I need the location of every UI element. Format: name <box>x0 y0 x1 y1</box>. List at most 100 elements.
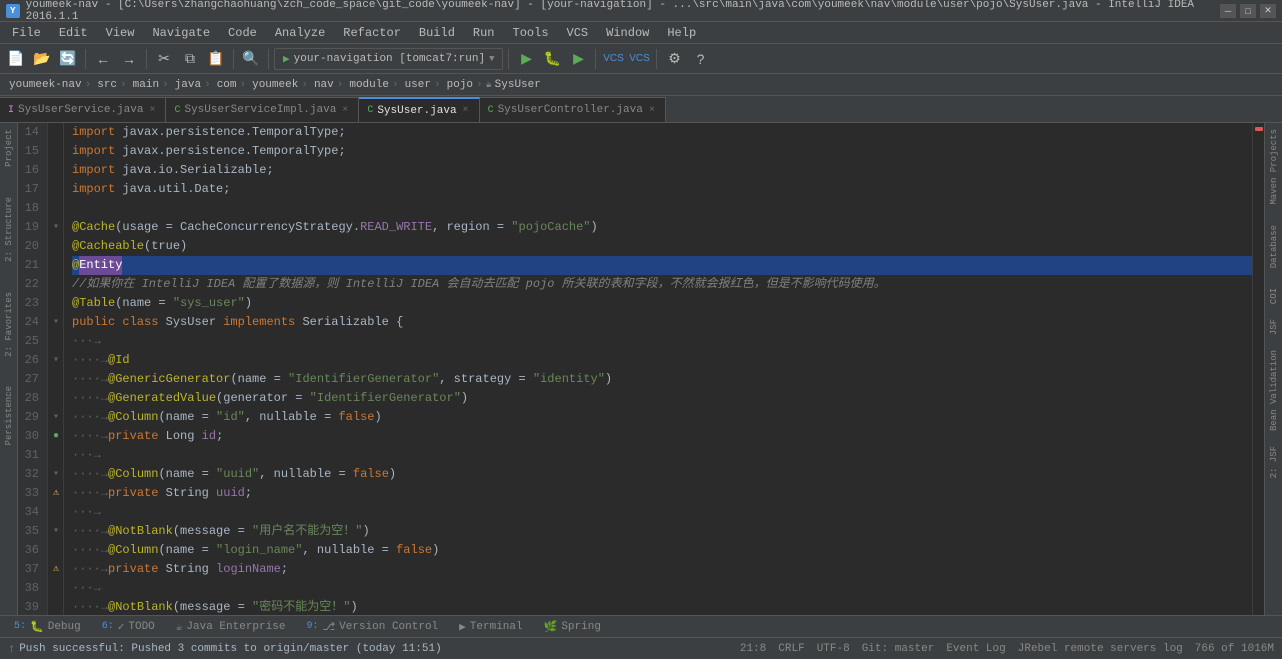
code-line-15[interactable]: import javax.persistence.TemporalType; <box>72 142 1252 161</box>
menu-item-analyze[interactable]: Analyze <box>267 23 333 43</box>
code-line-23[interactable]: @Table(name = "sys_user") <box>72 294 1252 313</box>
debug-button[interactable]: 🐛 <box>540 47 564 71</box>
vcs-button[interactable]: VCS <box>601 47 625 71</box>
code-line-34[interactable]: ···→ <box>72 503 1252 522</box>
tab-tab4[interactable]: CSysUserController.java× <box>480 97 666 122</box>
menu-item-edit[interactable]: Edit <box>51 23 96 43</box>
breadcrumb-item-sysuser[interactable]: ☕SysUser <box>486 79 541 91</box>
scroll-error-marker[interactable] <box>1255 127 1263 131</box>
menu-item-file[interactable]: File <box>4 23 49 43</box>
code-line-22[interactable]: //如果你在 IntelliJ IDEA 配置了数据源，则 IntelliJ I… <box>72 275 1252 294</box>
forward-button[interactable]: → <box>117 47 141 71</box>
code-line-32[interactable]: ····→@Column(name = "uuid", nullable = f… <box>72 465 1252 484</box>
code-line-27[interactable]: ····→@GenericGenerator(name = "Identifie… <box>72 370 1252 389</box>
code-line-38[interactable]: ···→ <box>72 579 1252 598</box>
crlf-indicator[interactable]: CRLF <box>778 643 804 655</box>
tab-close-tab4[interactable]: × <box>647 104 657 117</box>
breadcrumb-item-com[interactable]: com <box>214 79 237 91</box>
code-area[interactable]: import javax.persistence.TemporalType; i… <box>64 123 1252 615</box>
fold-gutter-19[interactable]: ▾ <box>48 218 64 237</box>
tab-tab3[interactable]: CSysUser.java× <box>359 97 479 122</box>
bean-validation-panel-tab[interactable]: Bean Validation <box>1267 346 1281 435</box>
menu-item-view[interactable]: View <box>98 23 143 43</box>
run-coverage-button[interactable]: ▶ <box>566 47 590 71</box>
breadcrumb-item-src[interactable]: src <box>94 79 117 91</box>
build-button[interactable]: ▶ <box>514 47 538 71</box>
menu-item-code[interactable]: Code <box>220 23 265 43</box>
settings-button[interactable]: ⚙ <box>662 47 686 71</box>
breadcrumb-item-module[interactable]: module <box>346 79 389 91</box>
copy-button[interactable]: ⧉ <box>178 47 202 71</box>
code-line-33[interactable]: ····→private String uuid; <box>72 484 1252 503</box>
menu-item-window[interactable]: Window <box>598 23 657 43</box>
tab-tab2[interactable]: CSysUserServiceImpl.java× <box>166 97 359 122</box>
git-branch[interactable]: Git: master <box>862 643 935 655</box>
menu-item-run[interactable]: Run <box>465 23 503 43</box>
find-button[interactable]: 🔍 <box>239 47 263 71</box>
jsf2-panel-tab[interactable]: 2: JSF <box>1267 442 1281 482</box>
code-line-36[interactable]: ····→@Column(name = "login_name", nullab… <box>72 541 1252 560</box>
tab-close-tab1[interactable]: × <box>147 104 157 117</box>
event-log[interactable]: Event Log <box>946 643 1005 655</box>
cursor-position[interactable]: 21:8 <box>740 643 766 655</box>
fold-gutter-35[interactable]: ▾ <box>48 522 64 541</box>
breadcrumb-item-youmeek-nav[interactable]: youmeek-nav <box>6 79 82 91</box>
open-button[interactable]: 📂 <box>30 47 54 71</box>
project-panel-tab[interactable]: Project <box>2 125 16 171</box>
tab-close-tab2[interactable]: × <box>340 104 350 117</box>
window-controls[interactable]: ─ □ ✕ <box>1220 4 1276 18</box>
code-line-39[interactable]: ····→@NotBlank(message = "密码不能为空！") <box>72 598 1252 615</box>
structure-panel-tab[interactable]: 2: Structure <box>2 193 16 266</box>
jsf-panel-tab[interactable]: JSF <box>1267 315 1281 339</box>
tab-tab1[interactable]: ISysUserService.java× <box>0 97 166 122</box>
jrebel-log[interactable]: JRebel remote servers log <box>1018 643 1183 655</box>
breadcrumb-item-main[interactable]: main <box>130 79 159 91</box>
breadcrumb-item-java[interactable]: java <box>172 79 201 91</box>
maven-panel-tab[interactable]: Maven Projects <box>1267 125 1281 209</box>
code-line-26[interactable]: ····→@Id <box>72 351 1252 370</box>
persistence-panel-tab[interactable]: Persistence <box>2 382 16 449</box>
database-panel-tab[interactable]: Database <box>1267 221 1281 272</box>
minimize-button[interactable]: ─ <box>1220 4 1236 18</box>
memory-indicator[interactable]: 766 of 1016M <box>1195 643 1274 655</box>
bottom-tab-9--version-control[interactable]: 9:⎇Version Control <box>296 617 449 637</box>
breadcrumb-item-nav[interactable]: nav <box>311 79 334 91</box>
encoding-indicator[interactable]: UTF-8 <box>817 643 850 655</box>
menu-item-navigate[interactable]: Navigate <box>144 23 218 43</box>
menu-item-build[interactable]: Build <box>411 23 463 43</box>
code-line-17[interactable]: import java.util.Date; <box>72 180 1252 199</box>
code-line-16[interactable]: import java.io.Serializable; <box>72 161 1252 180</box>
vcs-update-button[interactable]: VCS <box>627 47 651 71</box>
menu-item-refactor[interactable]: Refactor <box>335 23 409 43</box>
coi-panel-tab[interactable]: COI <box>1267 284 1281 308</box>
breadcrumb-item-pojo[interactable]: pojo <box>444 79 473 91</box>
help-button[interactable]: ? <box>688 47 712 71</box>
bottom-tab-terminal[interactable]: ▶Terminal <box>449 617 533 637</box>
code-line-18[interactable] <box>72 199 1252 218</box>
fold-gutter-24[interactable]: ▾ <box>48 313 64 332</box>
code-line-21[interactable]: @Entity <box>72 256 1252 275</box>
paste-button[interactable]: 📋 <box>204 47 228 71</box>
code-line-19[interactable]: @Cache(usage = CacheConcurrencyStrategy.… <box>72 218 1252 237</box>
bottom-tab-java-enterprise[interactable]: ☕Java Enterprise <box>166 617 297 637</box>
code-line-35[interactable]: ····→@NotBlank(message = "用户名不能为空！") <box>72 522 1252 541</box>
favorites-panel-tab[interactable]: 2: Favorites <box>2 288 16 361</box>
code-line-25[interactable]: ···→ <box>72 332 1252 351</box>
back-button[interactable]: ← <box>91 47 115 71</box>
close-button[interactable]: ✕ <box>1260 4 1276 18</box>
fold-gutter-32[interactable]: ▾ <box>48 465 64 484</box>
fold-gutter-26[interactable]: ▾ <box>48 351 64 370</box>
code-line-31[interactable]: ···→ <box>72 446 1252 465</box>
bottom-tab-6--todo[interactable]: 6:✓TODO <box>92 617 166 637</box>
fold-gutter-29[interactable]: ▾ <box>48 408 64 427</box>
sync-button[interactable]: 🔄 <box>56 47 80 71</box>
menu-item-help[interactable]: Help <box>659 23 704 43</box>
menu-item-tools[interactable]: Tools <box>505 23 557 43</box>
code-line-37[interactable]: ····→private String loginName; <box>72 560 1252 579</box>
code-line-29[interactable]: ····→@Column(name = "id", nullable = fal… <box>72 408 1252 427</box>
code-line-24[interactable]: public class SysUser implements Serializ… <box>72 313 1252 332</box>
menu-item-vcs[interactable]: VCS <box>559 23 597 43</box>
breadcrumb-item-user[interactable]: user <box>402 79 431 91</box>
bottom-tab-5--debug[interactable]: 5:🐛Debug <box>4 617 92 637</box>
cut-button[interactable]: ✂ <box>152 47 176 71</box>
